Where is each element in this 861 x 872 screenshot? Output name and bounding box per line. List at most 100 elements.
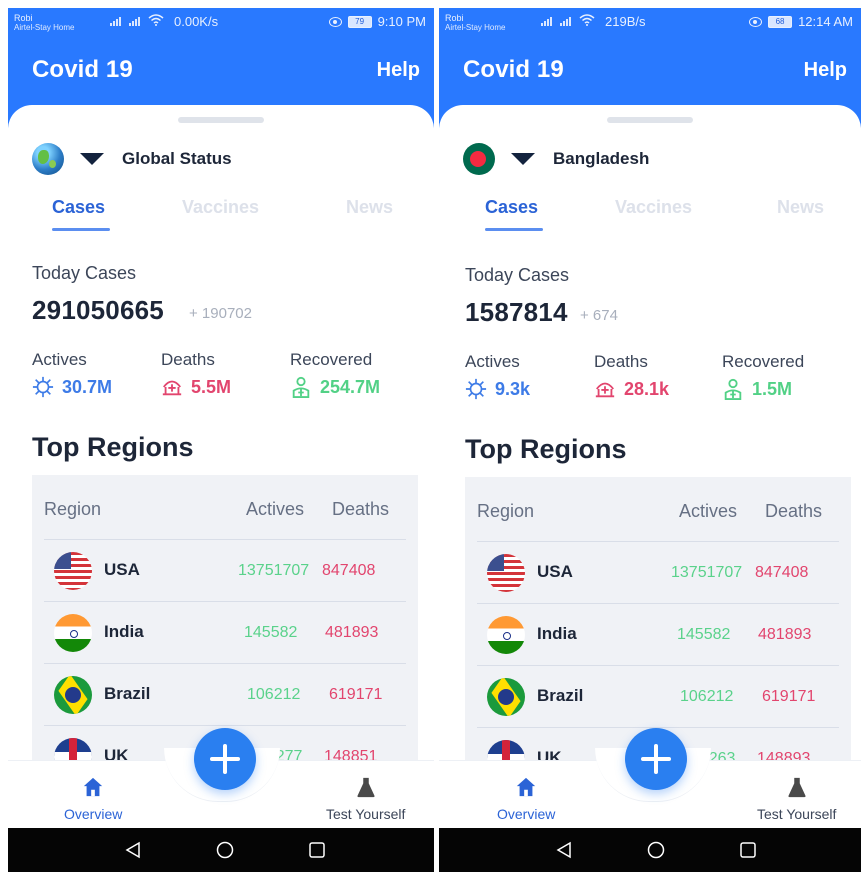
help-button[interactable]: Help — [377, 59, 420, 82]
signal-icon — [541, 17, 552, 26]
header-deaths: Deaths — [765, 501, 823, 521]
usa-flag-icon — [54, 552, 92, 590]
nav-test-yourself[interactable]: Test Yourself — [757, 776, 836, 822]
today-cases-label: Today Cases — [32, 263, 137, 283]
country-name: India — [537, 624, 577, 643]
deaths-stat: 28.1k — [594, 378, 669, 400]
back-icon[interactable] — [124, 841, 142, 859]
header-region: Region — [44, 499, 102, 519]
deaths-label: Deaths — [594, 352, 648, 371]
actives-stat: 30.7M — [32, 376, 112, 398]
signal-icon — [110, 17, 121, 26]
recent-apps-icon[interactable] — [739, 841, 757, 859]
tab-vaccines[interactable]: Vaccines — [615, 197, 692, 218]
nav-overview[interactable]: Overview — [64, 776, 122, 822]
network-name: Airtel-Stay Home — [14, 23, 75, 32]
tab-news[interactable]: News — [777, 197, 824, 218]
wifi-icon — [579, 14, 595, 26]
header-actives: Actives — [246, 499, 305, 519]
home-circle-icon[interactable] — [216, 841, 234, 859]
region-selector-label: Global Status — [122, 149, 232, 168]
table-row[interactable]: India 145582 481893 — [44, 601, 406, 663]
add-button[interactable] — [625, 728, 687, 790]
region-selector[interactable]: Global Status — [32, 143, 232, 175]
active-tab-indicator — [485, 228, 543, 231]
recovered-label: Recovered — [722, 352, 805, 371]
network-name: Airtel-Stay Home — [445, 23, 506, 32]
hospital-icon — [595, 382, 615, 398]
today-cases-total: 291050665 — [32, 295, 164, 325]
country-name: USA — [104, 560, 140, 579]
header-actives: Actives — [679, 501, 738, 521]
carrier-info: Robi Airtel-Stay Home — [445, 13, 505, 33]
deaths-value: 619171 — [329, 686, 383, 703]
hospital-icon — [162, 380, 182, 396]
sheet-handle[interactable] — [178, 117, 264, 123]
recovered-label: Recovered — [290, 350, 373, 369]
carrier-info: Robi Airtel-Stay Home — [14, 13, 74, 33]
region-selector-label: Bangladesh — [553, 149, 650, 168]
dropdown-icon — [80, 153, 104, 165]
carrier-name: Robi — [445, 13, 464, 23]
deaths-value: 847408 — [322, 562, 376, 579]
table-row[interactable]: USA 13751707 847408 — [477, 541, 839, 603]
nav-overview[interactable]: Overview — [497, 776, 555, 822]
table-row[interactable]: Brazil 106212 619171 — [44, 663, 406, 725]
top-regions-table: Region Actives Deaths USA 13751707 84740… — [32, 475, 418, 765]
status-bar: Robi Airtel-Stay Home 219B/s 68 12:14 AM — [439, 8, 861, 42]
status-right: 68 12:14 AM — [749, 14, 853, 29]
back-icon[interactable] — [555, 841, 573, 859]
actives-label: Actives — [465, 352, 520, 371]
actives-value: 145582 — [244, 624, 298, 641]
add-button[interactable] — [194, 728, 256, 790]
signal-indicators — [541, 14, 595, 26]
recovered-stat: 1.5M — [722, 378, 792, 400]
tab-news[interactable]: News — [346, 197, 393, 218]
sheet-handle[interactable] — [607, 117, 693, 123]
flask-icon — [357, 777, 375, 798]
country-name: Brazil — [104, 684, 151, 703]
country-name: Brazil — [537, 686, 584, 705]
recovered-value: 254.7M — [320, 376, 381, 397]
actives-value: 13751707 — [671, 564, 743, 581]
nav-test-label: Test Yourself — [326, 806, 406, 822]
home-circle-icon[interactable] — [647, 841, 665, 859]
deaths-value: 481893 — [758, 626, 812, 643]
actives-value: 106212 — [680, 688, 734, 705]
globe-icon — [32, 143, 64, 175]
signal-icon — [129, 17, 140, 26]
tab-cases[interactable]: Cases — [485, 197, 538, 218]
status-right: 79 9:10 PM — [328, 14, 426, 29]
recent-apps-icon[interactable] — [308, 841, 326, 859]
deaths-stat: 5.5M — [161, 376, 231, 398]
android-navigation-bar — [8, 828, 434, 872]
app-title: Covid 19 — [463, 56, 564, 83]
tab-vaccines[interactable]: Vaccines — [182, 197, 259, 218]
deaths-value: 847408 — [755, 564, 809, 581]
signal-indicators — [110, 14, 164, 26]
brazil-flag-icon — [54, 676, 92, 714]
virus-icon — [32, 376, 54, 398]
nav-test-yourself[interactable]: Test Yourself — [326, 776, 405, 822]
table-row[interactable]: USA 13751707 847408 — [44, 539, 406, 601]
home-icon — [517, 777, 536, 797]
table-row[interactable]: India 145582 481893 — [477, 603, 839, 665]
table-row[interactable]: Brazil 106212 619171 — [477, 665, 839, 727]
tab-bar: Cases Vaccines News — [439, 187, 861, 237]
recovered-value: 1.5M — [752, 378, 793, 399]
actives-stat: 9.3k — [465, 378, 530, 400]
status-time: 9:10 PM — [377, 14, 426, 29]
region-selector[interactable]: Bangladesh — [463, 143, 649, 175]
actives-value: 13751707 — [238, 562, 310, 579]
carrier-name: Robi — [14, 13, 33, 23]
android-navigation-bar — [439, 828, 861, 872]
actives-value: 9.3k — [495, 378, 531, 399]
help-button[interactable]: Help — [804, 59, 847, 82]
top-regions-table: Region Actives Deaths USA 13751707 84740… — [465, 477, 851, 767]
actives-label: Actives — [32, 350, 87, 369]
tab-bar: Cases Vaccines News — [8, 187, 434, 237]
nav-overview-label: Overview — [64, 806, 123, 822]
status-time: 12:14 AM — [798, 14, 853, 29]
tab-cases[interactable]: Cases — [52, 197, 105, 218]
today-cases-label: Today Cases — [465, 265, 570, 285]
